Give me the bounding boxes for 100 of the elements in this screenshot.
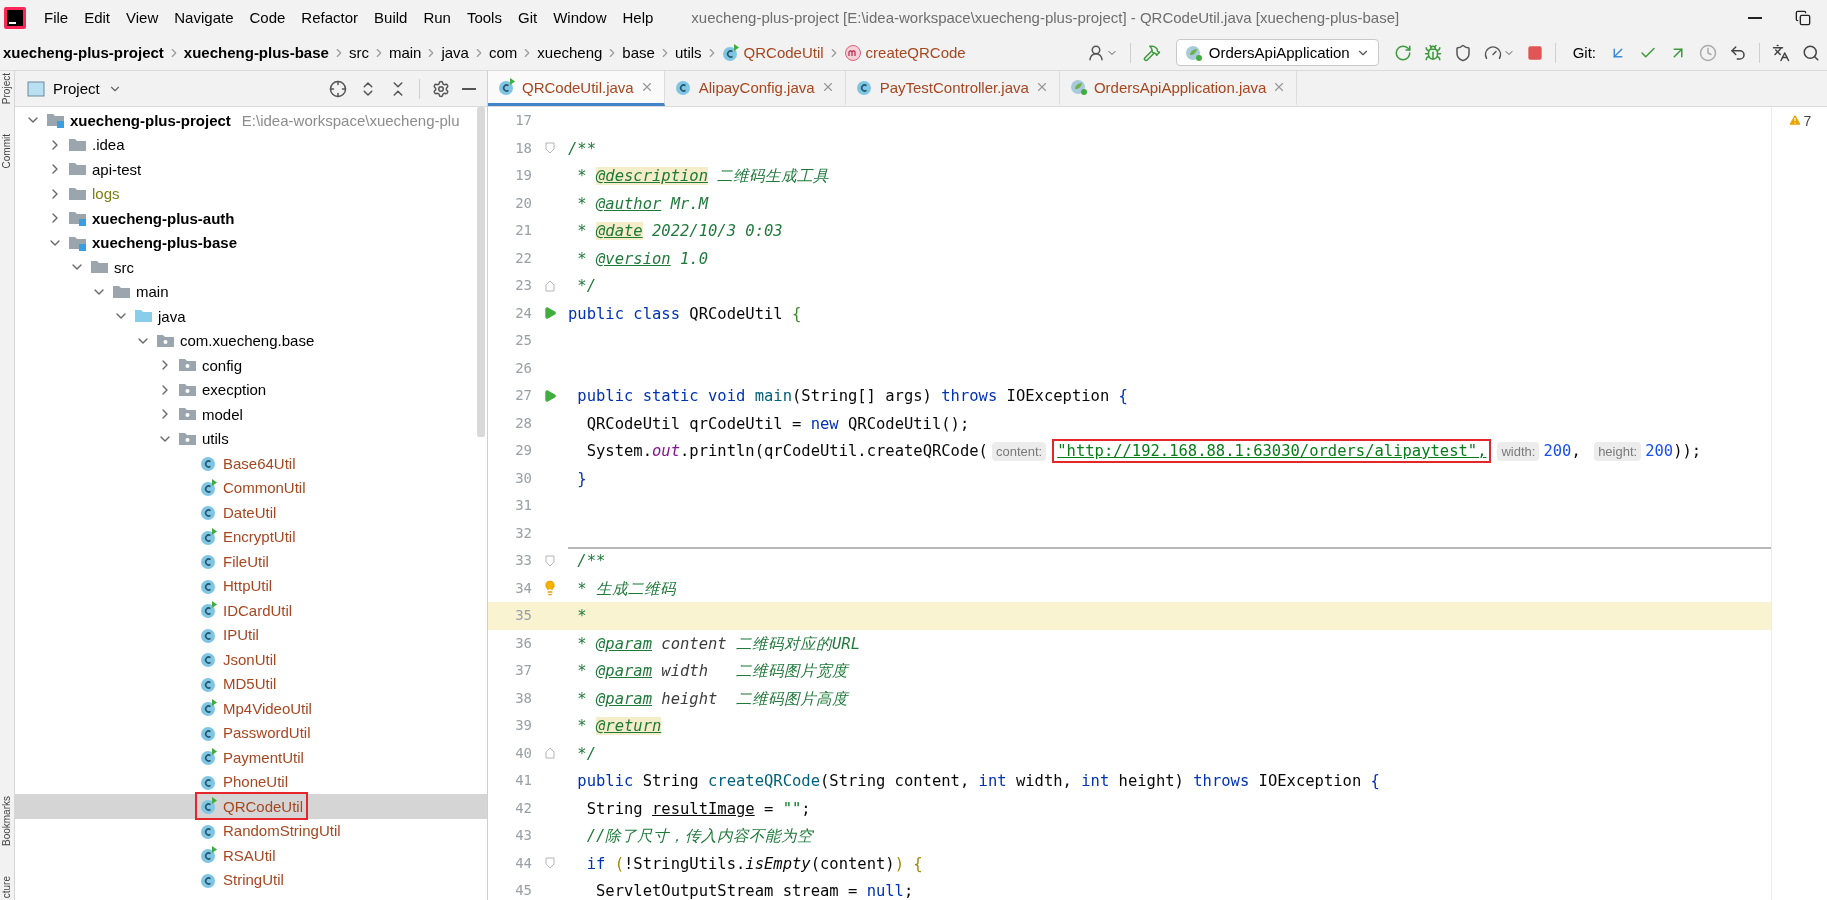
tree-item[interactable]: utils (15, 426, 487, 451)
tree-item[interactable]: RSAUtil (15, 843, 487, 868)
shield-icon (1453, 43, 1472, 62)
settings-icon (432, 79, 450, 98)
code-line: System.out.println(qrCodeUtil.createQRCode( content: "http://192.168.88.1:63030/orders/alipaytest", width: 200, height: 200)); (568, 437, 1771, 465)
breadcrumb-item[interactable]: src (345, 44, 372, 61)
class-icon (855, 78, 874, 96)
line-number: 21 (514, 221, 532, 240)
tree-item[interactable]: FileUtil (15, 549, 487, 574)
tree-item[interactable]: config (15, 353, 487, 378)
tree-item[interactable]: QRCodeUtil (15, 794, 487, 819)
breadcrumb-item[interactable]: java (438, 44, 472, 61)
menu-item[interactable]: View (118, 3, 167, 32)
project-view-dropdown[interactable]: Project (23, 80, 126, 97)
runnable-class-icon (200, 601, 218, 620)
tree-item[interactable]: Mp4VideoUtil (15, 696, 487, 721)
tree-item[interactable]: PhoneUtil (15, 769, 487, 794)
code-line: * @param width 二维码图片宽度 (576, 661, 851, 682)
tree-item[interactable]: PaymentUtil (15, 745, 487, 770)
run-config-dropdown[interactable]: OrdersApiApplication (1175, 39, 1379, 66)
menu-item[interactable]: Git (509, 3, 546, 32)
hammer-icon (1142, 43, 1161, 62)
editor-tab[interactable]: QRCodeUtil.java (488, 71, 665, 106)
line-number: 20 (514, 193, 532, 213)
tree-item[interactable]: com.xuecheng.base (15, 328, 487, 353)
editor-tab[interactable]: AlipayConfig.java (664, 71, 846, 106)
run-icon[interactable] (543, 388, 557, 403)
gauge-icon (1483, 43, 1502, 62)
scrollbar-thumb[interactable] (477, 107, 485, 437)
line-number: 41 (514, 771, 532, 790)
tree-item[interactable]: PasswordUtil (15, 720, 487, 745)
class-icon (200, 454, 218, 473)
menu-item[interactable]: Run (415, 3, 459, 32)
side-tab[interactable]: cture (1, 875, 13, 898)
breadcrumb-item[interactable]: xuecheng-plus-base (180, 44, 332, 61)
breadcrumb-item[interactable]: QRCodeUtil (718, 43, 827, 62)
editor-tab[interactable]: PayTestController.java (845, 71, 1060, 106)
side-tab[interactable]: Commit (1, 134, 13, 169)
tree-item[interactable]: HttpUtil (15, 573, 487, 598)
code-line: * @param height 二维码图片高度 (576, 688, 851, 710)
runnable-class-icon (200, 527, 218, 546)
warning-count[interactable]: 7 (1787, 113, 1812, 133)
line-number: 26 (514, 358, 532, 378)
tree-item[interactable]: DateUtil (15, 500, 487, 525)
menu-item[interactable]: File (36, 3, 77, 32)
breadcrumb-item[interactable]: createQRCode (840, 43, 969, 62)
line-number: 24 (514, 303, 532, 323)
breadcrumb-item[interactable]: main (385, 44, 425, 61)
tree-item[interactable]: CommonUtil (15, 475, 487, 500)
tree-item[interactable]: java (15, 304, 487, 329)
menu-item[interactable]: Build (366, 3, 416, 32)
code-line: if (!StringUtils.isEmpty(content)) { (585, 853, 924, 875)
tree-item[interactable]: .idea (15, 132, 487, 157)
tree-item[interactable]: Base64Util (15, 451, 487, 476)
breadcrumb-item[interactable]: com (485, 44, 521, 61)
menu-item[interactable]: Window (545, 3, 615, 32)
class-icon (200, 552, 218, 571)
line-number: 22 (514, 248, 532, 268)
code-line: String resultImage = ""; (585, 798, 812, 820)
breadcrumb-item[interactable]: base (619, 44, 658, 61)
tree-item[interactable]: RandomStringUtil (15, 818, 487, 843)
code-line: * 生成二维码 (576, 578, 678, 600)
tree-item[interactable]: model (15, 402, 487, 427)
stop-icon (1526, 44, 1543, 61)
tree-item[interactable]: src (15, 255, 487, 280)
tree-item[interactable]: logs (15, 181, 487, 206)
menu-item[interactable]: Navigate (166, 3, 242, 32)
menu-item[interactable]: Help (614, 3, 662, 32)
package-icon (178, 406, 197, 423)
tree-item[interactable]: execption (15, 377, 487, 402)
side-tab[interactable]: Project (1, 73, 13, 105)
tree-item[interactable]: JsonUtil (15, 647, 487, 672)
breadcrumb-item[interactable]: xuecheng (534, 44, 606, 61)
menu-item[interactable]: Edit (76, 3, 119, 32)
breadcrumb-item[interactable]: xuecheng-plus-project (0, 44, 167, 61)
window-icon (27, 80, 45, 97)
runnable-class-icon (721, 43, 740, 62)
menu-item[interactable]: Code (241, 3, 294, 32)
menu-item[interactable]: Refactor (293, 3, 367, 32)
breadcrumb-item[interactable]: utils (671, 44, 705, 61)
app-logo (4, 6, 26, 29)
tree-item[interactable]: main (15, 279, 487, 304)
run-icon[interactable] (543, 306, 557, 321)
tree-item[interactable]: EncryptUtil (15, 524, 487, 549)
menu-item[interactable]: Tools (458, 3, 510, 32)
folder-icon (68, 185, 87, 202)
module-folder-icon (68, 234, 87, 251)
tree-item[interactable]: MD5Util (15, 671, 487, 696)
side-tab[interactable]: Bookmarks (1, 795, 13, 846)
tree-item[interactable]: api-test (15, 157, 487, 182)
user-icon (1086, 43, 1105, 62)
line-number: 45 (514, 881, 532, 900)
line-number: 34 (514, 578, 532, 598)
editor-tab[interactable]: OrdersApiApplication.java (1059, 71, 1298, 106)
line-number: 28 (514, 413, 532, 433)
tree-item[interactable]: IPUtil (15, 622, 487, 647)
git-label: Git: (1572, 44, 1596, 61)
tree-item[interactable]: StringUtil (15, 867, 487, 892)
tree-item[interactable]: IDCardUtil (15, 598, 487, 623)
source-folder-icon (134, 308, 153, 325)
